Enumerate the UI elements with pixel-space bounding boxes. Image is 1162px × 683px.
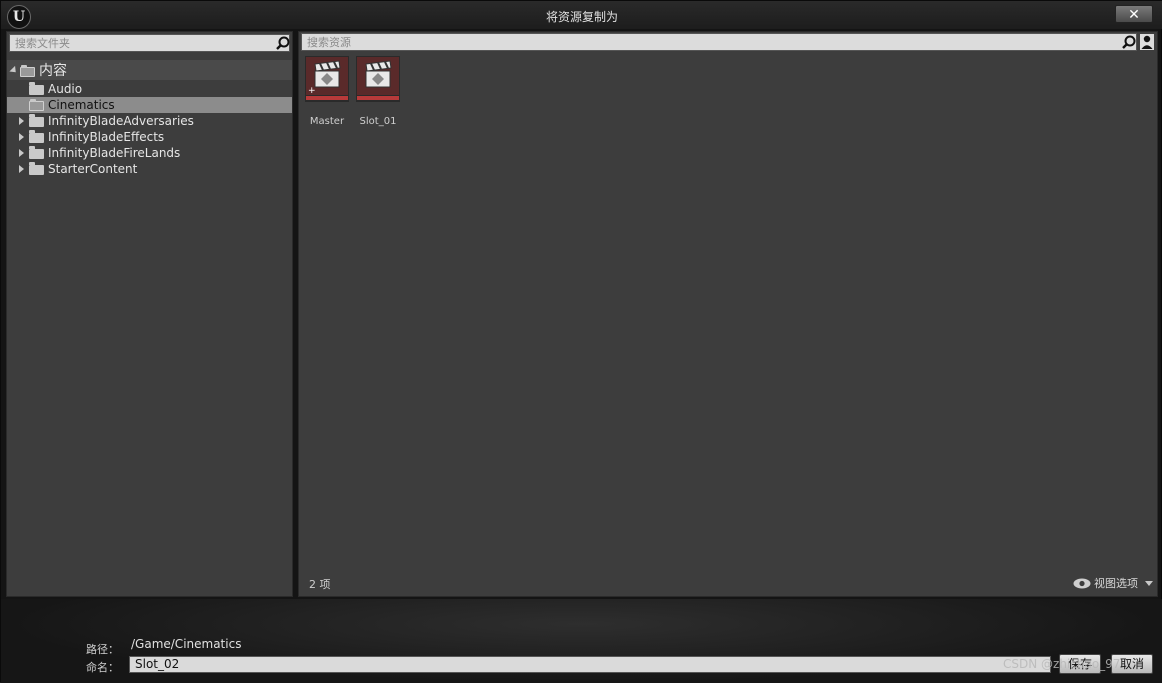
asset-thumbnail — [357, 57, 399, 95]
chevron-down-icon — [1145, 581, 1153, 586]
folder-icon — [29, 114, 44, 127]
asset-search-placeholder: 搜索资源 — [307, 36, 351, 49]
view-options-label: 视图选项 — [1094, 577, 1138, 590]
folder-icon — [29, 82, 44, 95]
folder-search-placeholder: 搜索文件夹 — [15, 37, 70, 50]
asset-view-panel: 搜索资源 + Master Slot_01 2 项 视图选项 — [298, 31, 1158, 597]
folder-item-startercontent[interactable]: StarterContent — [7, 161, 292, 177]
folder-item-cinematics[interactable]: Cinematics — [7, 97, 292, 113]
folder-item-infinitybladeeffects[interactable]: InfinityBladeEffects — [7, 129, 292, 145]
folder-tree-panel: 搜索文件夹 内容 Audio Cinematics InfinityBladeA… — [6, 31, 293, 597]
dialog-title: 将资源复制为 — [545, 10, 618, 24]
asset-label-slot-01: Slot_01 — [359, 116, 397, 127]
folder-label: InfinityBladeFireLands — [48, 146, 181, 160]
folder-item-infinitybladefirelands[interactable]: InfinityBladeFireLands — [7, 145, 292, 161]
name-label: 命名： — [86, 661, 119, 674]
expand-arrow-icon[interactable] — [9, 65, 19, 76]
folder-label: Audio — [48, 82, 83, 96]
asset-tile-slot-01[interactable] — [356, 56, 400, 102]
folder-icon — [29, 146, 44, 159]
path-label: 路径： — [86, 643, 119, 656]
folder-label: InfinityBladeAdversaries — [48, 114, 194, 128]
expand-arrow-icon[interactable] — [19, 133, 24, 141]
level-sequence-icon: + — [308, 60, 341, 96]
tree-root-label: 内容 — [39, 63, 67, 79]
asset-search-input[interactable]: 搜索资源 — [301, 33, 1137, 51]
close-button[interactable]: ✕ — [1115, 5, 1153, 23]
watermark: CSDN @zhichao_97 — [1003, 657, 1121, 671]
asset-thumbnail: + — [306, 57, 348, 96]
eye-icon — [1073, 578, 1091, 589]
folder-label: InfinityBladeEffects — [48, 130, 165, 144]
folder-label: Cinematics — [48, 98, 115, 112]
level-sequence-icon — [365, 60, 392, 88]
folder-icon — [29, 162, 44, 175]
svg-text:+: + — [308, 86, 316, 95]
dialog-footer: 路径： /Game/Cinematics 命名： Slot_02 保存 取消 C… — [1, 599, 1162, 683]
folder-icon — [29, 99, 44, 111]
folder-icon — [29, 130, 44, 143]
title-bar[interactable]: U 将资源复制为 ✕ — [1, 1, 1162, 29]
search-icon[interactable] — [275, 35, 291, 51]
user-filter-icon[interactable] — [1140, 34, 1154, 50]
view-options-button[interactable]: 视图选项 — [1073, 575, 1153, 591]
folder-open-icon — [20, 65, 35, 77]
asset-tile-master[interactable]: + — [305, 56, 349, 102]
asset-type-bar — [357, 96, 399, 100]
folder-item-audio[interactable]: Audio — [7, 81, 292, 97]
folder-item-infinitybladeadversaries[interactable]: InfinityBladeAdversaries — [7, 113, 292, 129]
tree-root-content[interactable]: 内容 — [7, 60, 292, 80]
folder-search-input[interactable]: 搜索文件夹 — [9, 34, 290, 52]
asset-type-bar — [306, 96, 348, 100]
path-value: /Game/Cinematics — [131, 637, 242, 651]
expand-arrow-icon[interactable] — [19, 149, 24, 157]
item-count: 2 项 — [309, 578, 331, 591]
search-icon[interactable] — [1121, 34, 1137, 50]
folder-label: StarterContent — [48, 162, 138, 176]
save-asset-as-dialog: U 将资源复制为 ✕ 搜索文件夹 内容 Audio Cinematics Inf… — [0, 0, 1162, 683]
expand-arrow-icon[interactable] — [19, 117, 24, 125]
expand-arrow-icon[interactable] — [19, 165, 24, 173]
asset-name-input[interactable]: Slot_02 — [129, 656, 1051, 673]
